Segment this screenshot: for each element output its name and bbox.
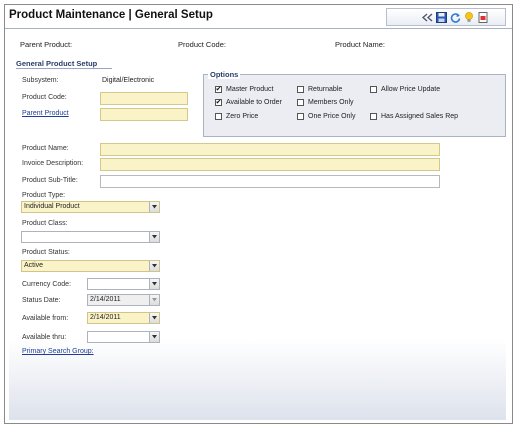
options-title: Options xyxy=(208,70,241,79)
primary-search-group-link[interactable]: Primary Search Group: xyxy=(22,348,94,355)
status-date-value: 2/14/2011 xyxy=(90,296,121,303)
back-arrows-icon[interactable] xyxy=(421,11,433,23)
product-name-label: Product Name: xyxy=(22,145,69,152)
available-to-order-checkbox[interactable]: ✔ xyxy=(215,99,222,106)
subsystem-label: Subsystem: xyxy=(22,77,59,84)
chevron-down-icon[interactable] xyxy=(149,261,159,271)
product-status-label: Product Status: xyxy=(22,249,70,256)
has-assigned-sales-rep-checkbox[interactable] xyxy=(370,113,377,120)
summary-product-name: Product Name: xyxy=(335,40,386,49)
chevron-down-icon[interactable] xyxy=(149,232,159,242)
chevron-down-icon[interactable] xyxy=(149,279,159,289)
available-from-value: 2/14/2011 xyxy=(90,314,121,321)
option-has-assigned-sales-rep[interactable]: Has Assigned Sales Rep xyxy=(370,113,458,120)
product-code-label: Product Code: xyxy=(22,94,67,101)
chevron-down-icon[interactable] xyxy=(149,332,159,342)
available-from-label: Available from: xyxy=(22,315,69,322)
available-from-date-picker[interactable]: 2/14/2011 xyxy=(87,312,160,324)
option-label: Allow Price Update xyxy=(381,86,441,93)
currency-code-label: Currency Code: xyxy=(22,281,72,288)
option-available-to-order[interactable]: ✔ Available to Order xyxy=(215,99,282,106)
returnable-checkbox[interactable] xyxy=(297,86,304,93)
section-title: General Product Setup xyxy=(16,59,98,68)
product-code-input[interactable] xyxy=(100,92,188,105)
option-master-product[interactable]: ✔ Master Product xyxy=(215,86,273,93)
option-allow-price-update[interactable]: Allow Price Update xyxy=(370,86,440,93)
invoice-description-input[interactable] xyxy=(100,158,440,171)
master-product-checkbox[interactable]: ✔ xyxy=(215,86,222,93)
lightbulb-icon[interactable] xyxy=(463,11,475,23)
subsystem-value: Digital/Electronic xyxy=(102,77,155,84)
one-price-only-checkbox[interactable] xyxy=(297,113,304,120)
toolbar xyxy=(386,8,506,26)
status-date-field: 2/14/2011 xyxy=(87,294,160,306)
product-status-select[interactable]: Active xyxy=(21,260,160,272)
product-subtitle-label: Product Sub-Title: xyxy=(22,177,78,184)
option-label: Available to Order xyxy=(226,99,282,106)
option-zero-price[interactable]: Zero Price xyxy=(215,113,258,120)
option-one-price-only[interactable]: One Price Only xyxy=(297,113,355,120)
option-returnable[interactable]: Returnable xyxy=(297,86,342,93)
option-label: Returnable xyxy=(308,86,343,93)
summary-parent-product: Parent Product: xyxy=(20,40,73,49)
save-icon[interactable] xyxy=(435,11,447,23)
title-bar: Product Maintenance | General Setup xyxy=(5,5,512,29)
section-divider xyxy=(16,68,112,69)
parent-product-input[interactable] xyxy=(100,108,188,121)
report-icon[interactable] xyxy=(477,11,489,23)
option-label: One Price Only xyxy=(308,113,356,120)
chevron-down-icon[interactable] xyxy=(149,313,159,323)
currency-code-select[interactable] xyxy=(87,278,160,290)
product-name-input[interactable] xyxy=(100,143,440,156)
option-label: Zero Price xyxy=(226,113,259,120)
product-class-label: Product Class: xyxy=(22,220,68,227)
option-members-only[interactable]: Members Only xyxy=(297,99,354,106)
status-date-label: Status Date: xyxy=(22,297,61,304)
product-type-value: Individual Product xyxy=(24,203,80,210)
product-type-label: Product Type: xyxy=(22,192,66,199)
product-subtitle-input[interactable] xyxy=(100,175,440,188)
option-label: Master Product xyxy=(226,86,274,93)
zero-price-checkbox[interactable] xyxy=(215,113,222,120)
page-title: Product Maintenance | General Setup xyxy=(9,9,213,21)
members-only-checkbox[interactable] xyxy=(297,99,304,106)
chevron-down-icon xyxy=(149,295,159,305)
invoice-description-label: Invoice Description: xyxy=(22,160,84,167)
product-type-select[interactable]: Individual Product xyxy=(21,201,160,213)
product-class-select[interactable] xyxy=(21,231,160,243)
option-label: Has Assigned Sales Rep xyxy=(381,113,459,120)
available-thru-date-picker[interactable] xyxy=(87,331,160,343)
option-label: Members Only xyxy=(308,99,354,106)
allow-price-update-checkbox[interactable] xyxy=(370,86,377,93)
available-thru-label: Available thru: xyxy=(22,334,67,341)
refresh-icon[interactable] xyxy=(449,11,461,23)
chevron-down-icon[interactable] xyxy=(149,202,159,212)
summary-product-code: Product Code: xyxy=(178,40,226,49)
product-status-value: Active xyxy=(24,262,44,269)
parent-product-link[interactable]: Parent Product xyxy=(22,110,69,117)
